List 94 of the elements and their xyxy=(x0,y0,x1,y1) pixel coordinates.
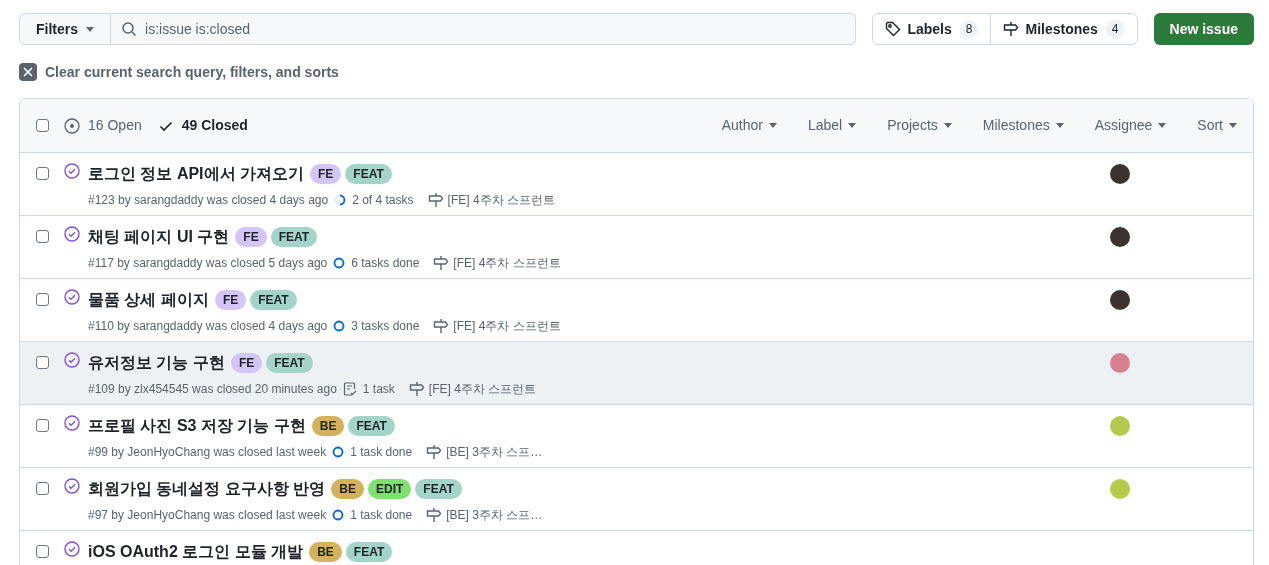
checkbox[interactable] xyxy=(36,419,49,432)
issue-meta: #123 by sarangdaddy was closed 4 days ago xyxy=(88,192,329,209)
label-tag[interactable]: BE xyxy=(309,542,342,562)
checkbox[interactable] xyxy=(36,119,49,132)
label-tag[interactable]: FE xyxy=(310,164,342,184)
checkbox[interactable] xyxy=(36,167,49,180)
task-progress: 6 tasks done xyxy=(351,255,420,272)
caret-icon xyxy=(848,123,857,128)
caret-icon xyxy=(768,123,777,128)
task-progress: 1 task done xyxy=(350,444,413,461)
milestone-link[interactable]: [FE] 4주차 스프런트 xyxy=(453,317,561,335)
milestone-icon xyxy=(1003,21,1020,37)
checkbox[interactable] xyxy=(36,356,49,369)
caret-icon xyxy=(86,26,94,32)
issue-title[interactable]: 물품 상세 페이지 xyxy=(88,288,209,312)
filter-dropdown[interactable]: Assignee xyxy=(1094,115,1167,136)
filter-dropdown[interactable]: Milestones xyxy=(982,115,1064,136)
issue-title[interactable]: 채팅 페이지 UI 구현 xyxy=(88,225,230,249)
milestone-link[interactable]: [BE] 3주차 스프… xyxy=(446,506,543,524)
avatar[interactable] xyxy=(1110,164,1130,184)
label-tag[interactable]: BE xyxy=(311,416,345,436)
issue-meta: #97 by JeonHyoChang was closed last week xyxy=(88,507,327,524)
filter-dropdown[interactable]: Label xyxy=(807,115,857,136)
issue-meta: #110 by sarangdaddy was closed 4 days ago xyxy=(88,318,328,335)
milestone-icon xyxy=(433,255,450,271)
issue-title[interactable]: 회원가입 동네설정 요구사항 반영 xyxy=(88,477,326,501)
checkbox[interactable] xyxy=(36,482,49,495)
closed-issue-icon xyxy=(64,226,80,242)
task-progress: 3 tasks done xyxy=(351,318,420,335)
milestone-icon xyxy=(426,444,443,460)
search-icon xyxy=(121,21,137,37)
caret-icon xyxy=(943,123,952,128)
filter-dropdown[interactable]: Projects xyxy=(887,115,952,136)
tag-icon xyxy=(885,21,902,37)
clear-filters-link[interactable]: Clear current search query, filters, and sorts xyxy=(45,61,339,83)
milestone-icon xyxy=(427,192,444,208)
label-tag[interactable]: FEAT xyxy=(270,227,318,247)
issue-title[interactable]: 프로필 사진 S3 저장 기능 구현 xyxy=(88,414,306,438)
closed-issue-icon xyxy=(64,163,80,179)
issue-meta: #117 by sarangdaddy was closed 5 days ago xyxy=(88,255,328,272)
label-tag[interactable]: FEAT xyxy=(250,290,297,310)
checkbox[interactable] xyxy=(36,230,49,243)
filters-button[interactable]: Filters xyxy=(19,13,111,45)
closed-issue-icon xyxy=(64,289,80,305)
label-tag[interactable]: FEAT xyxy=(415,479,462,499)
search-field[interactable]: is:issue is:closed xyxy=(111,13,857,45)
milestones-count: 4 xyxy=(1105,20,1125,38)
label-tag[interactable]: EDIT xyxy=(368,479,412,499)
label-tag[interactable]: BE xyxy=(331,479,364,499)
closed-issue-icon xyxy=(64,541,80,557)
close-icon[interactable] xyxy=(19,63,37,81)
checklist-icon xyxy=(342,382,357,396)
milestone-icon xyxy=(426,507,443,523)
caret-icon xyxy=(1158,123,1167,128)
avatar[interactable] xyxy=(1110,290,1130,310)
milestone-link[interactable]: [FE] 4주차 스프런트 xyxy=(447,191,555,209)
new-issue-button[interactable]: New issue xyxy=(1153,13,1254,45)
milestone-link[interactable]: [BE] 3주차 스프… xyxy=(446,443,543,461)
closed-issue-icon xyxy=(64,415,80,431)
state-tab[interactable]: 49 Closed xyxy=(157,115,248,136)
label-tag[interactable]: FEAT xyxy=(345,164,392,184)
milestone-link[interactable]: [FE] 4주차 스프런트 xyxy=(453,254,561,272)
closed-issue-icon xyxy=(64,352,80,368)
checkbox[interactable] xyxy=(36,293,49,306)
task-progress: 2 of 4 tasks xyxy=(352,192,414,209)
checkbox[interactable] xyxy=(36,545,49,558)
milestone-link[interactable]: [FE] 4주차 스프런트 xyxy=(428,380,537,398)
labels-count: 8 xyxy=(959,20,979,38)
issue-meta: #99 by JeonHyoChang was closed last week xyxy=(88,444,327,461)
task-progress: 1 task done xyxy=(350,507,413,524)
caret-icon xyxy=(1055,123,1064,128)
label-tag[interactable]: FE xyxy=(214,290,247,310)
label-tag[interactable]: FEAT xyxy=(345,542,393,562)
milestones-button[interactable]: Milestones 4 xyxy=(991,14,1137,44)
issue-title[interactable]: 유저정보 기능 구현 xyxy=(88,351,225,375)
open-issue-icon xyxy=(64,117,80,134)
labels-button[interactable]: Labels 8 xyxy=(873,14,992,44)
label-tag[interactable]: FE xyxy=(230,353,263,373)
issue-title[interactable]: 로그인 정보 API에서 가져오기 xyxy=(88,162,304,186)
filter-dropdown[interactable]: Sort xyxy=(1197,115,1237,136)
milestone-icon xyxy=(433,318,450,334)
label-tag[interactable]: FE xyxy=(235,227,267,247)
task-progress: 1 task xyxy=(362,381,395,398)
closed-issue-icon xyxy=(64,478,80,494)
issue-row[interactable]: 유저정보 기능 구현 FE FEAT #109 by zlx454545 was closed 20 minutes ago 1 task [FE] 4주차 스프런트 xyxy=(20,342,1253,405)
milestone-icon xyxy=(408,381,425,397)
issue-title[interactable]: iOS OAuth2 로그인 모듈 개발 xyxy=(88,540,304,564)
label-tag[interactable]: FEAT xyxy=(348,416,395,436)
avatar[interactable] xyxy=(1110,227,1130,247)
label-tag[interactable]: FEAT xyxy=(266,353,313,373)
issue-meta: #109 by zlx454545 was closed 20 minutes ago xyxy=(88,381,337,398)
filter-dropdown[interactable]: Author xyxy=(721,115,777,136)
caret-icon xyxy=(1229,123,1237,128)
state-tab[interactable]: 16 Open xyxy=(64,115,142,136)
